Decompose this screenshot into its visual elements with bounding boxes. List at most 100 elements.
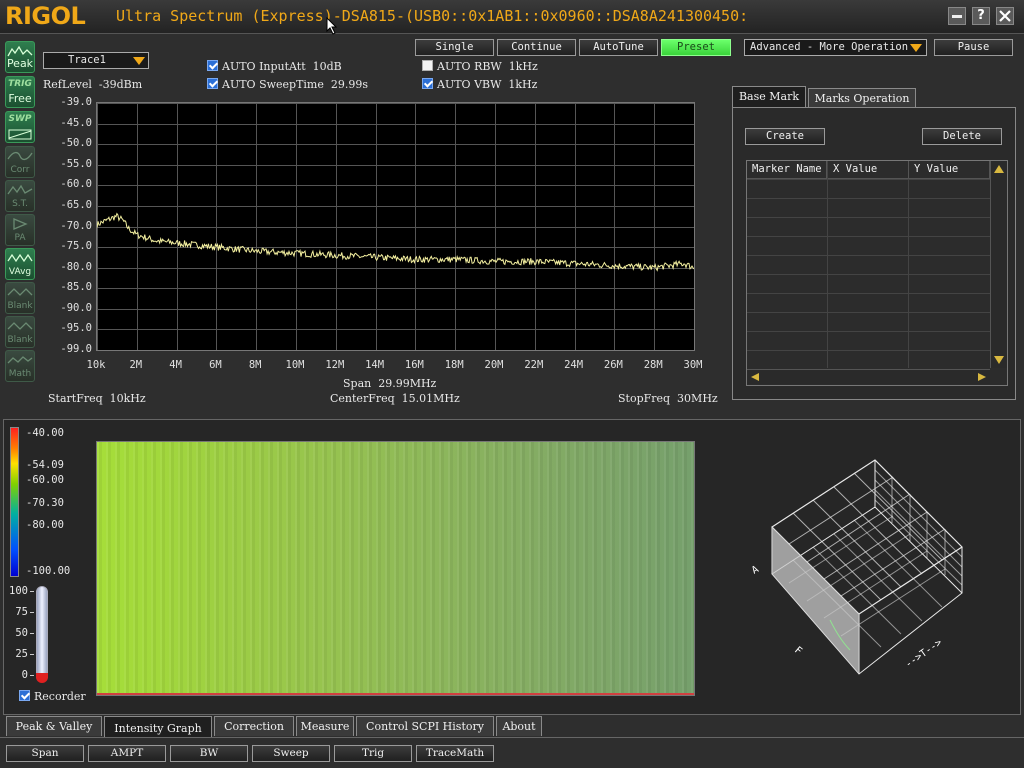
axis-f-label: F	[792, 645, 804, 657]
y-tick-label: -75.0	[60, 240, 92, 253]
bw-button[interactable]: BW	[170, 745, 248, 762]
ref-level: RefLevel -39dBm	[43, 78, 143, 91]
auto-sweeptime-label: AUTO SweepTime 29.99s	[222, 78, 369, 91]
horizontal-scrollbar[interactable]	[747, 369, 990, 384]
tab-intensity-graph[interactable]: Intensity Graph	[104, 716, 212, 738]
col-marker-name[interactable]: Marker Name	[747, 161, 827, 179]
tab-measure[interactable]: Measure	[296, 716, 354, 736]
scale-label: -54.09	[26, 459, 64, 471]
math-toggle[interactable]: Math	[5, 350, 35, 382]
delete-marker-button[interactable]: Delete	[922, 128, 1002, 145]
spectrum-trace	[97, 212, 694, 272]
col-x-value[interactable]: X Value	[828, 161, 909, 179]
recorder-label: Recorder	[34, 690, 86, 703]
auto-inputatt[interactable]: AUTO InputAtt 10dB	[207, 60, 342, 73]
auto-sweeptime-checkbox[interactable]	[207, 78, 218, 89]
y-tick-label: -45.0	[60, 116, 92, 129]
math-label: Math	[8, 369, 32, 379]
persistence-tick	[30, 591, 34, 592]
auto-inputatt-checkbox[interactable]	[207, 60, 218, 71]
waterfall-3d-view: A F -->T-->	[750, 459, 963, 675]
chevron-down-icon	[910, 44, 922, 52]
peak-label: Peak	[6, 57, 34, 70]
trig-toggle[interactable]: TRIG Free	[5, 76, 35, 108]
auto-vbw[interactable]: AUTO VBW 1kHz	[422, 78, 537, 91]
tab-marks-operation[interactable]: Marks Operation	[808, 88, 916, 108]
autotune-button[interactable]: AutoTune	[579, 39, 658, 56]
vertical-scrollbar[interactable]	[990, 161, 1007, 368]
single-button[interactable]: Single	[415, 39, 494, 56]
scroll-up-icon[interactable]	[992, 163, 1006, 175]
swp-label: SWP	[8, 114, 32, 124]
ampt-button[interactable]: AMPT	[88, 745, 166, 762]
scroll-right-icon[interactable]	[976, 371, 988, 383]
close-button[interactable]	[996, 7, 1014, 25]
auto-rbw-checkbox[interactable]	[422, 60, 433, 71]
tab-control-scpi-history[interactable]: Control SCPI History	[356, 716, 494, 736]
peak-toggle[interactable]: Peak	[5, 41, 35, 73]
persistence-tick-label: 50	[15, 627, 28, 639]
auto-rbw-label: AUTO RBW 1kHz	[437, 60, 538, 73]
intensity-graph	[96, 441, 695, 696]
x-tick-label: 16M	[404, 359, 424, 371]
st-toggle[interactable]: S.T.	[5, 180, 35, 212]
marker-table	[746, 160, 1008, 386]
bottom-divider	[0, 737, 1024, 738]
tab-peak-valley[interactable]: Peak & Valley	[6, 716, 102, 736]
recorder-toggle[interactable]: Recorder	[19, 690, 86, 703]
x-tick-label: 22M	[524, 359, 544, 371]
persistence-slider[interactable]	[36, 586, 48, 683]
auto-vbw-checkbox[interactable]	[422, 78, 433, 89]
scale-label: -70.30	[26, 497, 64, 509]
x-tick-label: 8M	[248, 359, 262, 371]
y-tick-label: -50.0	[60, 137, 92, 150]
span-button[interactable]: Span	[6, 745, 84, 762]
tab-correction[interactable]: Correction	[214, 716, 294, 736]
x-tick-label: 28M	[643, 359, 663, 371]
blank-wave-icon	[7, 322, 33, 330]
auto-rbw[interactable]: AUTO RBW 1kHz	[422, 60, 538, 73]
recorder-checkbox[interactable]	[19, 690, 30, 701]
continue-button[interactable]: Continue	[497, 39, 576, 56]
trig-button[interactable]: Trig	[334, 745, 412, 762]
pa-toggle[interactable]: PA	[5, 214, 35, 246]
vavg-toggle[interactable]: VAvg	[5, 248, 35, 280]
math-wave-icon	[7, 356, 33, 364]
start-freq: StartFreq 10kHz	[48, 392, 146, 405]
persistence-tick-label: 25	[15, 648, 28, 660]
sidebar: Peak TRIG Free SWP Corr S.T. PA VAvg Bla…	[0, 38, 40, 383]
scale-label: -60.00	[26, 474, 64, 486]
tab-about[interactable]: About	[496, 716, 542, 736]
trace-select[interactable]: Trace1	[43, 52, 149, 69]
sweep-button[interactable]: Sweep	[252, 745, 330, 762]
preset-button[interactable]: Preset	[661, 39, 731, 56]
scroll-left-icon[interactable]	[749, 371, 761, 383]
rigol-logo: RIGOL	[5, 2, 86, 30]
st-wave-icon	[7, 184, 33, 195]
persistence-tick-label: 0	[21, 669, 28, 681]
blank-toggle-1[interactable]: Blank	[5, 282, 35, 314]
col-y-value[interactable]: Y Value	[909, 161, 990, 179]
advanced-select-value: Advanced - More Operation	[750, 41, 909, 53]
scroll-down-icon[interactable]	[992, 354, 1006, 366]
auto-sweeptime[interactable]: AUTO SweepTime 29.99s	[207, 78, 368, 91]
x-tick-label: 26M	[603, 359, 623, 371]
swp-toggle[interactable]: SWP	[5, 111, 35, 143]
close-icon	[999, 10, 1011, 22]
x-tick-label: 18M	[444, 359, 464, 371]
create-marker-button[interactable]: Create	[745, 128, 825, 145]
window-title: Ultra Spectrum (Express)-DSA815-(USB0::0…	[116, 7, 749, 25]
advanced-select[interactable]: Advanced - More Operation	[744, 39, 927, 56]
color-scale-bar	[10, 427, 19, 577]
trig-sub-label: Free	[8, 92, 32, 105]
minimize-button[interactable]	[948, 7, 966, 25]
auto-inputatt-label: AUTO InputAtt 10dB	[222, 60, 342, 73]
tracemath-button[interactable]: TraceMath	[416, 745, 494, 762]
blank-wave-icon	[7, 288, 33, 296]
pause-button[interactable]: Pause	[934, 39, 1013, 56]
mouse-cursor-icon	[326, 16, 338, 38]
corr-toggle[interactable]: Corr	[5, 146, 35, 178]
help-button[interactable]: ?	[972, 7, 990, 25]
tab-base-mark[interactable]: Base Mark	[732, 86, 806, 108]
blank-toggle-2[interactable]: Blank	[5, 316, 35, 348]
